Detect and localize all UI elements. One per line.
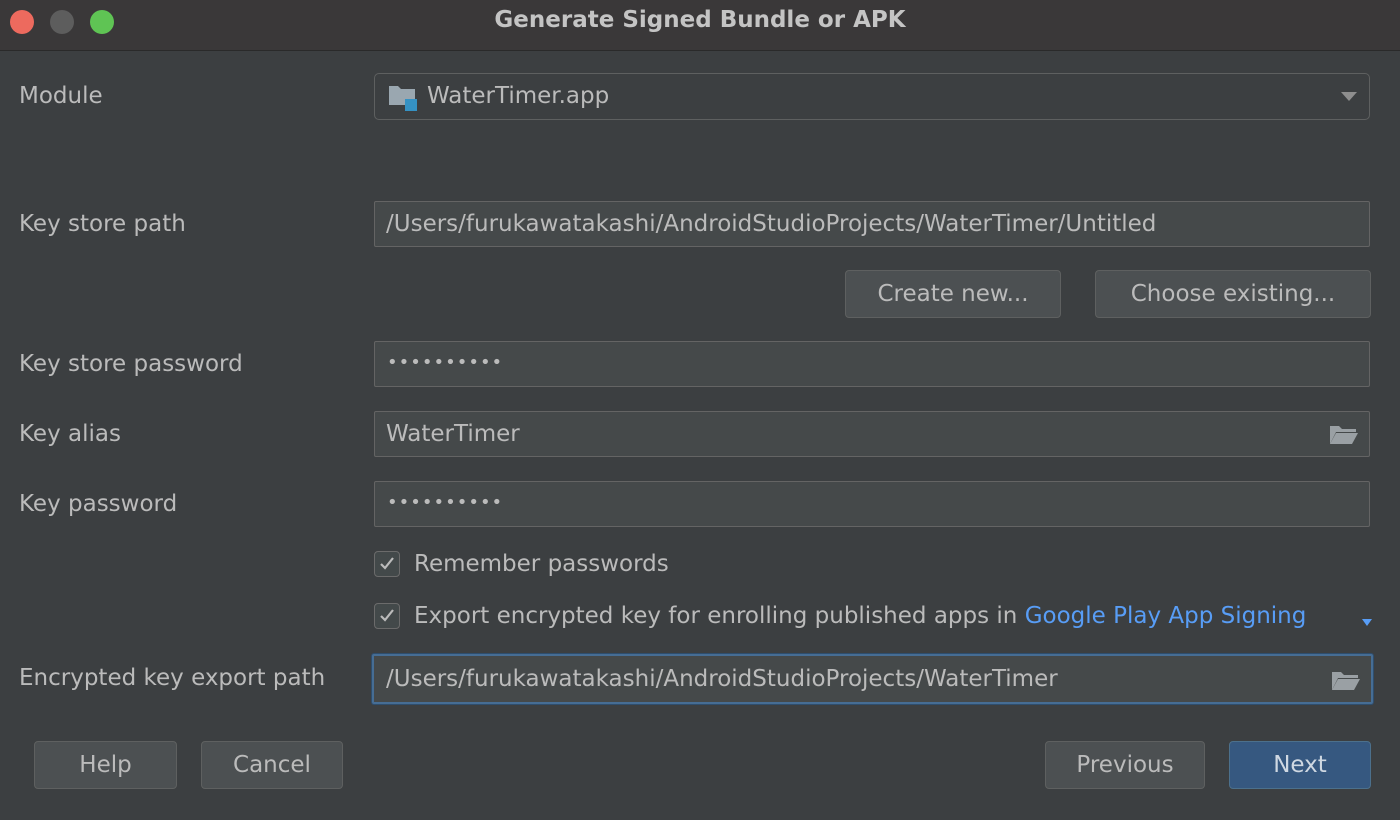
key-password-label: Key password [19, 491, 178, 517]
next-button[interactable]: Next [1229, 741, 1371, 789]
generate-signed-bundle-dialog: Generate Signed Bundle or APK Module Wat… [0, 0, 1400, 820]
export-path-value: /Users/furukawatakashi/AndroidStudioProj… [386, 666, 1058, 692]
export-encrypted-key-checkbox[interactable] [374, 603, 400, 629]
window-title: Generate Signed Bundle or APK [494, 7, 906, 33]
chevron-down-icon [1341, 92, 1357, 101]
module-label: Module [19, 83, 103, 109]
module-value: WaterTimer.app [427, 83, 610, 109]
create-new-button[interactable]: Create new... [845, 270, 1061, 318]
title-bar: Generate Signed Bundle or APK [0, 0, 1400, 51]
browse-folder-icon[interactable] [1329, 423, 1359, 445]
export-path-label: Encrypted key export path [19, 665, 326, 691]
browse-folder-icon[interactable] [1331, 669, 1361, 691]
export-encrypted-key-row: Export encrypted key for enrolling publi… [414, 603, 1306, 629]
module-folder-icon [388, 84, 418, 112]
help-button[interactable]: Help [34, 741, 177, 789]
module-dropdown[interactable]: WaterTimer.app [374, 73, 1370, 120]
checkmark-icon [380, 609, 394, 622]
key-alias-label: Key alias [19, 421, 121, 447]
choose-existing-button[interactable]: Choose existing... [1095, 270, 1371, 318]
remember-passwords-label[interactable]: Remember passwords [414, 551, 669, 577]
key-store-password-field[interactable]: •••••••••• [374, 341, 1370, 387]
cancel-button[interactable]: Cancel [201, 741, 343, 789]
key-store-path-label: Key store path [19, 211, 186, 237]
key-store-path-value: /Users/furukawatakashi/AndroidStudioProj… [386, 211, 1157, 237]
export-path-field[interactable]: /Users/furukawatakashi/AndroidStudioProj… [372, 654, 1373, 704]
remember-passwords-checkbox[interactable] [374, 551, 400, 577]
key-password-field[interactable]: •••••••••• [374, 481, 1370, 527]
export-encrypted-key-label[interactable]: Export encrypted key for enrolling publi… [414, 603, 1025, 629]
key-store-path-field[interactable]: /Users/furukawatakashi/AndroidStudioProj… [374, 201, 1370, 247]
link-arrow-icon[interactable] [1362, 619, 1372, 626]
key-store-password-value: •••••••••• [387, 352, 504, 373]
google-play-app-signing-link[interactable]: Google Play App Signing [1025, 603, 1307, 629]
key-alias-value: WaterTimer [386, 421, 520, 447]
previous-button[interactable]: Previous [1045, 741, 1205, 789]
checkmark-icon [380, 557, 394, 570]
key-alias-field[interactable]: WaterTimer [374, 411, 1370, 457]
key-password-value: •••••••••• [387, 492, 504, 513]
key-store-password-label: Key store password [19, 351, 243, 377]
